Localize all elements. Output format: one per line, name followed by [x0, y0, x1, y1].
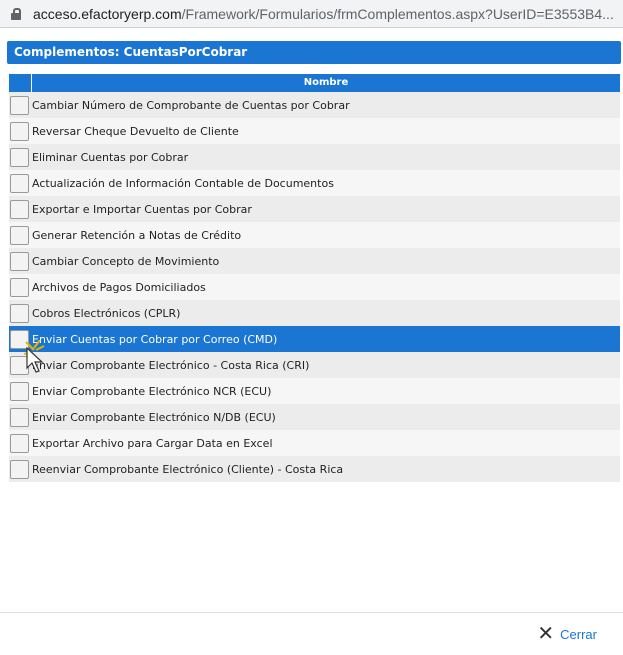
row-label: Enviar Comprobante Electrónico N/DB (ECU…: [32, 410, 276, 424]
row-checkbox[interactable]: [10, 225, 29, 245]
select-column-header: [9, 74, 32, 92]
row-label: Enviar Comprobante Electrónico - Costa R…: [32, 358, 310, 372]
row-checkbox[interactable]: [10, 173, 29, 193]
row-checkbox[interactable]: [10, 329, 29, 349]
table-row[interactable]: Enviar Comprobante Electrónico - Costa R…: [9, 352, 620, 378]
row-checkbox[interactable]: [10, 95, 29, 115]
row-checkbox[interactable]: [10, 433, 29, 453]
table-row[interactable]: Enviar Comprobante Electrónico N/DB (ECU…: [9, 404, 620, 430]
row-label: Enviar Cuentas por Cobrar por Correo (CM…: [32, 332, 278, 346]
table-header: Nombre: [9, 74, 620, 92]
url-host: acceso.efactoryerp.com: [33, 5, 182, 22]
row-label: Generar Retención a Notas de Crédito: [32, 228, 242, 242]
table-row[interactable]: Cobros Electrónicos (CPLR): [9, 300, 620, 326]
column-header-nombre: Nombre: [303, 77, 349, 88]
url-path: /Framework/Formularios/frmComplementos.a…: [181, 5, 614, 22]
close-button[interactable]: ✕ Cerrar: [537, 623, 597, 645]
row-label: Cobros Electrónicos (CPLR): [32, 306, 181, 320]
url-text[interactable]: acceso.efactoryerp.com/Framework/Formula…: [33, 6, 614, 22]
lock-icon: [11, 7, 21, 20]
close-label: Cerrar: [560, 626, 597, 642]
table-row[interactable]: Reversar Cheque Devuelto de Cliente: [9, 118, 620, 144]
row-label: Archivos de Pagos Domiciliados: [32, 280, 206, 294]
table-row[interactable]: Archivos de Pagos Domiciliados: [9, 274, 620, 300]
table-row[interactable]: Generar Retención a Notas de Crédito: [9, 222, 620, 248]
row-checkbox[interactable]: [10, 277, 29, 297]
row-checkbox[interactable]: [10, 251, 29, 271]
row-label: Cambiar Número de Comprobante de Cuentas…: [32, 98, 350, 112]
row-checkbox[interactable]: [10, 407, 29, 427]
table-row[interactable]: Eliminar Cuentas por Cobrar: [9, 144, 620, 170]
row-checkbox[interactable]: [10, 381, 29, 401]
row-checkbox[interactable]: [10, 147, 29, 167]
row-label: Cambiar Concepto de Movimiento: [32, 254, 220, 268]
row-label: Eliminar Cuentas por Cobrar: [32, 150, 189, 164]
row-label: Exportar e Importar Cuentas por Cobrar: [32, 202, 252, 216]
dialog-title: Complementos: CuentasPorCobrar: [7, 41, 621, 64]
table-row[interactable]: Reenviar Comprobante Electrónico (Client…: [9, 456, 620, 482]
close-icon: ✕: [537, 623, 555, 645]
row-checkbox[interactable]: [10, 303, 29, 323]
row-label: Enviar Comprobante Electrónico NCR (ECU): [32, 384, 272, 398]
table-row[interactable]: Exportar e Importar Cuentas por Cobrar: [9, 196, 620, 222]
table-row[interactable]: Enviar Comprobante Electrónico NCR (ECU): [9, 378, 620, 404]
table-row[interactable]: Actualización de Información Contable de…: [9, 170, 620, 196]
table-row[interactable]: Enviar Cuentas por Cobrar por Correo (CM…: [9, 326, 620, 352]
dialog-footer: ✕ Cerrar: [0, 612, 623, 655]
complements-table: Nombre Cambiar Número de Comprobante de …: [9, 74, 620, 482]
row-label: Reversar Cheque Devuelto de Cliente: [32, 124, 239, 138]
table-row[interactable]: Exportar Archivo para Cargar Data en Exc…: [9, 430, 620, 456]
row-checkbox[interactable]: [10, 121, 29, 141]
row-checkbox[interactable]: [10, 199, 29, 219]
address-bar[interactable]: acceso.efactoryerp.com/Framework/Formula…: [0, 0, 623, 28]
row-checkbox[interactable]: [10, 459, 29, 479]
row-checkbox[interactable]: [10, 355, 29, 375]
row-label: Actualización de Información Contable de…: [32, 176, 334, 190]
row-label: Reenviar Comprobante Electrónico (Client…: [32, 462, 344, 476]
table-row[interactable]: Cambiar Concepto de Movimiento: [9, 248, 620, 274]
table-row[interactable]: Cambiar Número de Comprobante de Cuentas…: [9, 92, 620, 118]
row-label: Exportar Archivo para Cargar Data en Exc…: [32, 436, 273, 450]
